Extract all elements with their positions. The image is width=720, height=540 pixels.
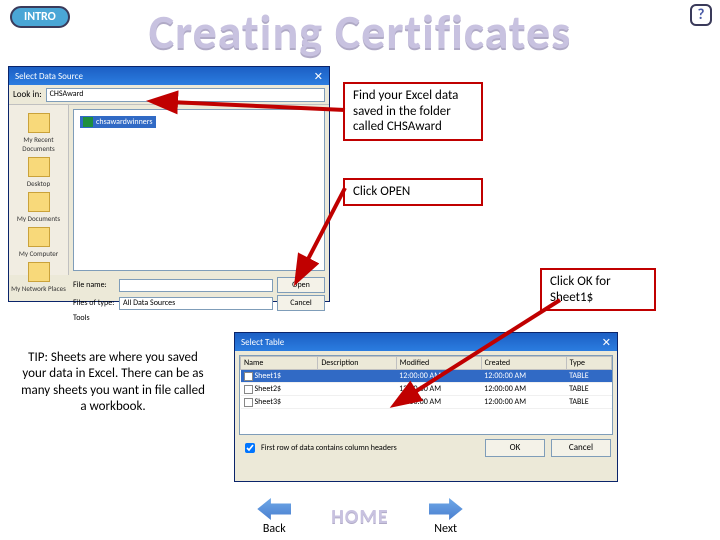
callout-click-ok: Click OK for Sheet1$ [540, 268, 656, 311]
close-icon[interactable]: ✕ [602, 336, 611, 349]
help-button[interactable]: ? [690, 4, 712, 26]
place-recent[interactable]: My Recent Documents [9, 113, 68, 153]
callout-click-open: Click OPEN [343, 178, 483, 206]
dialog-toolbar: Look in: CHSAward [9, 85, 329, 105]
dialog-title: Select Table [241, 337, 284, 348]
bottom-nav: Back HOME Next [0, 498, 720, 536]
file-item[interactable]: chsawardwinners [80, 116, 156, 128]
open-button[interactable]: Open [277, 277, 325, 293]
col-name[interactable]: Name [241, 357, 318, 370]
select-table-dialog: Select Table ✕ Name Description Modified… [234, 332, 618, 482]
col-desc[interactable]: Description [318, 357, 396, 370]
file-list[interactable]: chsawardwinners [73, 109, 325, 271]
home-link[interactable]: HOME [331, 505, 388, 529]
filetype-field[interactable]: All Data Sources [119, 297, 273, 310]
lookin-dropdown[interactable]: CHSAward [46, 88, 325, 102]
place-computer[interactable]: My Computer [9, 227, 68, 258]
file-name: chsawardwinners [96, 117, 153, 127]
excel-icon [83, 117, 93, 127]
table-row[interactable]: Sheet3$ 12:00:00 AM12:00:00 AMTABLE [241, 396, 612, 409]
close-icon[interactable]: ✕ [314, 70, 323, 83]
dialog-title: Select Data Source [15, 71, 83, 82]
filename-field[interactable] [119, 279, 273, 292]
table-row[interactable]: Sheet2$ 12:00:00 AM12:00:00 AMTABLE [241, 383, 612, 396]
places-bar: My Recent Documents Desktop My Documents… [9, 105, 69, 275]
filename-label: File name: [73, 280, 115, 290]
ok-button[interactable]: OK [485, 439, 545, 457]
cancel-button[interactable]: Cancel [551, 439, 611, 457]
intro-badge[interactable]: INTRO [10, 6, 70, 28]
dialog-titlebar: Select Data Source ✕ [9, 67, 329, 85]
tip-text: TIP: Sheets are where you saved your dat… [18, 350, 208, 415]
col-type[interactable]: Type [566, 357, 611, 370]
page-title: Creating Certificates [0, 2, 720, 61]
dialog-titlebar: Select Table ✕ [235, 333, 617, 351]
table-grid[interactable]: Name Description Modified Created Type S… [239, 355, 613, 435]
place-desktop[interactable]: Desktop [9, 157, 68, 188]
lookin-label: Look in: [13, 89, 42, 100]
col-modified[interactable]: Modified [396, 357, 481, 370]
filetype-label: Files of type: [73, 298, 115, 308]
col-created[interactable]: Created [481, 357, 566, 370]
next-arrow-icon[interactable] [429, 498, 463, 520]
place-documents[interactable]: My Documents [9, 192, 68, 223]
callout-find-file: Find your Excel data saved in the folder… [343, 82, 483, 141]
sheet-icon [244, 385, 253, 394]
sheet-icon [244, 372, 253, 381]
back-label: Back [263, 522, 286, 536]
next-label: Next [434, 522, 457, 536]
cancel-button[interactable]: Cancel [277, 295, 325, 311]
headers-checkbox[interactable]: First row of data contains column header… [241, 440, 397, 456]
sheet-icon [244, 398, 253, 407]
checkbox-input[interactable] [245, 443, 255, 453]
table-row[interactable]: Sheet1$ 12:00:00 AM12:00:00 AMTABLE [241, 370, 612, 383]
tools-menu[interactable]: Tools [73, 313, 90, 323]
select-data-source-dialog: Select Data Source ✕ Look in: CHSAward M… [8, 66, 330, 302]
place-network[interactable]: My Network Places [9, 262, 68, 293]
back-arrow-icon[interactable] [257, 498, 291, 520]
